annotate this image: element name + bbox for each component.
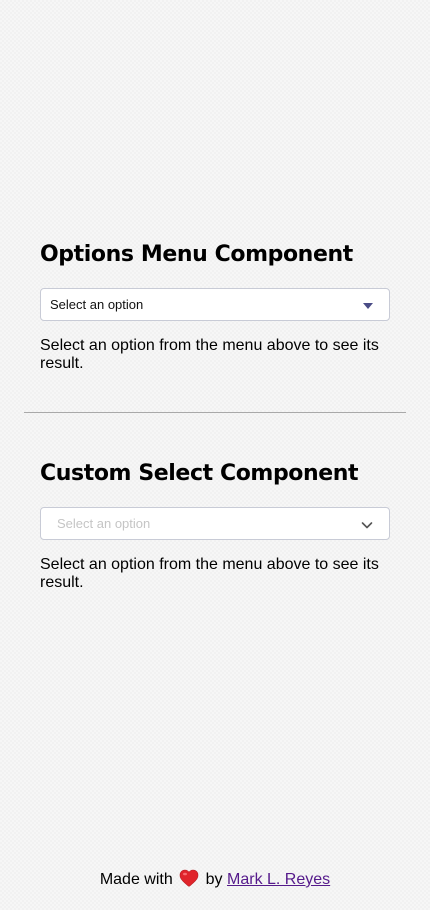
custom-select-section: Custom Select Component Select an option… bbox=[40, 459, 390, 592]
custom-select-dropdown[interactable]: Select an option bbox=[40, 507, 390, 540]
custom-select-placeholder: Select an option bbox=[57, 516, 151, 531]
footer-by: by bbox=[205, 871, 223, 888]
options-menu-section: Options Menu Component Select an option … bbox=[40, 240, 390, 373]
author-link[interactable]: Mark L. Reyes bbox=[227, 871, 330, 888]
chevron-down-icon bbox=[361, 522, 373, 529]
options-menu-select[interactable]: Select an option bbox=[40, 288, 390, 321]
footer-made-with: Made with bbox=[99, 871, 173, 888]
caret-down-icon bbox=[363, 303, 373, 309]
footer: Made with by Mark L. Reyes bbox=[0, 868, 430, 892]
options-menu-title: Options Menu Component bbox=[40, 242, 353, 267]
section-divider bbox=[24, 412, 406, 413]
custom-select-result-text: Select an option from the menu above to … bbox=[40, 556, 379, 591]
options-menu-result-text: Select an option from the menu above to … bbox=[40, 337, 379, 372]
custom-select-title: Custom Select Component bbox=[40, 461, 359, 486]
heart-icon bbox=[179, 869, 199, 887]
options-menu-placeholder: Select an option bbox=[50, 297, 144, 312]
